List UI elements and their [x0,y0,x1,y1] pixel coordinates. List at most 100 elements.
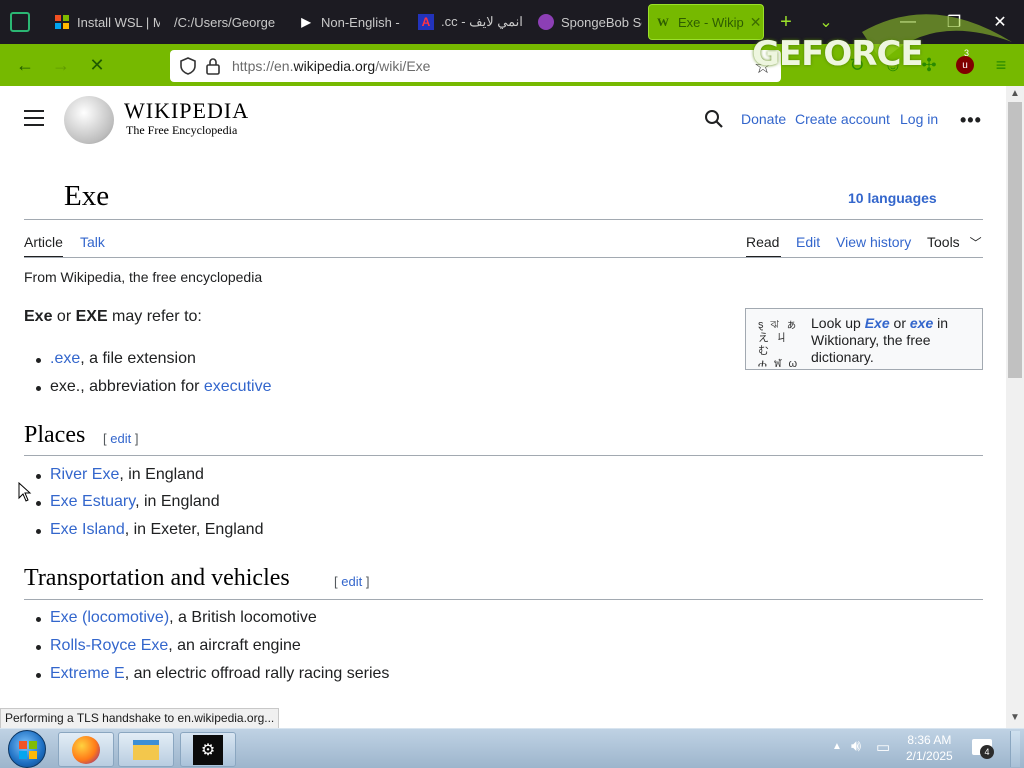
folder-icon [133,739,159,760]
tab-title: /C:/Users/George [174,14,276,30]
tab-title: Install WSL | M [77,14,160,30]
microsoft-icon [54,14,70,30]
tab-overview-icon[interactable] [10,12,30,32]
network-icon[interactable]: ▭ [876,738,890,756]
notification-icon[interactable]: 4 [972,739,994,759]
intro-paragraph: Exe or EXE may refer to: [24,308,202,325]
geforce-overlay: GEFORCE [752,14,1022,78]
wikipedia-icon: W [657,14,669,29]
steam-icon: ⚙ [193,734,223,765]
wiktionary-box: ȿ ঝ ぁえ ㄐ むሐ ฬ ω Look up Exe or exe in Wi… [745,308,983,370]
tab-non-english[interactable]: ▶ Non-English - [292,4,404,40]
tab-edit[interactable]: Edit [796,234,820,250]
scrollbar-thumb[interactable] [1008,102,1022,378]
play-icon: ▶ [301,15,311,29]
close-tab-icon[interactable]: ✕ [750,14,762,31]
main-menu-icon[interactable] [24,110,44,126]
create-account-link[interactable]: Create account [795,111,890,127]
list-bullet [36,645,41,650]
language-button[interactable]: 10 languages [848,190,937,208]
section-heading-transportation: Transportation and vehicles [24,565,290,591]
tab-spongebob[interactable]: SpongeBob Sq [532,4,642,40]
wiktionary-logo-icon: ȿ ঝ ぁえ ㄐ むሐ ฬ ω [758,319,800,370]
tab-article[interactable]: Article [24,234,63,250]
tab-local-file[interactable]: /C:/Users/George [168,4,278,40]
login-link[interactable]: Log in [900,111,938,127]
search-icon[interactable] [704,109,724,134]
tab-install-wsl[interactable]: Install WSL | M [48,4,160,40]
list-item: Extreme E, an electric offroad rally rac… [50,665,390,682]
exe-locomotive-link[interactable]: Exe (locomotive) [50,609,169,626]
tor-icon [538,14,554,30]
taskbar-file-explorer[interactable] [118,732,174,767]
scroll-down-icon[interactable]: ▼ [1010,712,1020,723]
chevron-down-icon: ﹀ [969,236,982,250]
shield-icon[interactable] [180,57,196,80]
wikipedia-wordmark[interactable]: WIKIPEDIA [124,98,249,124]
tab-anime-live[interactable]: A .cc - انمي لايف [412,4,526,40]
scroll-up-icon[interactable]: ▲ [1010,88,1020,99]
section-edit-link[interactable]: [ edit ] [103,431,138,446]
tab-exe-wikipedia[interactable]: W Exe - Wikip ✕ [648,4,764,40]
executive-link[interactable]: executive [204,378,272,395]
list-bullet [36,386,41,391]
taskbar-firefox[interactable] [58,732,114,767]
section-edit-link[interactable]: [ edit ] [334,574,369,589]
taskbar-steam[interactable]: ⚙ [180,732,236,767]
mouse-cursor-icon [18,482,32,502]
list-item: exe., abbreviation for executive [50,378,272,395]
exe-island-link[interactable]: Exe Island [50,521,125,538]
url-bar[interactable]: https://en.wikipedia.org/wiki/Exe ☆ [170,50,781,82]
list-item: Exe (locomotive), a British locomotive [50,609,317,626]
list-item: .exe, a file extension [50,350,196,367]
windows-taskbar: ⚙ ▲ 🔊︎ ▭ 8:36 AM 2/1/2025 4 [0,728,1024,768]
exe-extension-link[interactable]: .exe [50,350,80,367]
tab-title: Non-English - [321,14,400,30]
list-item: River Exe, in England [50,466,204,483]
extreme-e-link[interactable]: Extreme E [50,665,125,682]
back-arrow-icon[interactable]: ← [14,54,36,76]
start-button[interactable] [8,730,46,768]
tab-title: Exe - Wikip [678,14,744,30]
stop-loading-icon[interactable]: ✕ [86,54,108,76]
clock-date: 2/1/2025 [906,749,953,763]
tabs-divider [24,257,983,258]
donate-link[interactable]: Donate [741,111,786,127]
site-sub-tagline: From Wikipedia, the free encyclopedia [24,269,263,285]
show-desktop-button[interactable] [1010,731,1020,767]
list-bullet [36,529,41,534]
lock-icon[interactable] [206,57,220,80]
wiktionary-exe-link[interactable]: Exe [865,315,890,331]
clock[interactable]: 8:36 AM 2/1/2025 [906,732,953,764]
forward-arrow-icon[interactable]: → [50,54,72,76]
tray-expand-icon[interactable]: ▲ [832,741,842,752]
river-exe-link[interactable]: River Exe [50,466,119,483]
list-item: Rolls-Royce Exe, an aircraft engine [50,637,301,654]
tab-title: SpongeBob Sq [561,14,642,30]
list-bullet [36,617,41,622]
volume-icon[interactable]: 🔊︎ [851,738,861,756]
list-bullet [36,358,41,363]
wiktionary-exe-lower-link[interactable]: exe [910,315,933,331]
page-title: Exe [64,180,110,212]
list-item: Exe Estuary, in England [50,493,220,510]
wiktionary-text: Look up Exe or exe in Wiktionary, the fr… [811,315,949,365]
tab-talk[interactable]: Talk [80,234,105,250]
url-text: https://en.wikipedia.org/wiki/Exe [232,58,431,74]
list-bullet [36,474,41,479]
wikipedia-page: WIKIPEDIA The Free Encyclopedia Donate C… [0,86,1006,728]
tab-view-history[interactable]: View history [836,234,911,250]
windows-logo-icon [19,741,37,759]
section-heading-places: Places [24,422,86,448]
status-bar: Performing a TLS handshake to en.wikiped… [0,708,280,729]
wikipedia-globe-icon[interactable] [64,96,114,144]
tab-title: .cc - انمي لايف [441,14,523,29]
more-options-icon[interactable]: ••• [960,110,982,131]
tools-dropdown[interactable]: Tools ﹀ [927,234,982,251]
exe-estuary-link[interactable]: Exe Estuary [50,493,135,510]
tab-read[interactable]: Read [746,234,779,250]
rolls-royce-exe-link[interactable]: Rolls-Royce Exe [50,637,168,654]
list-item: Exe Island, in Exeter, England [50,521,264,538]
notification-badge: 4 [980,745,994,759]
firefox-icon [72,735,100,764]
